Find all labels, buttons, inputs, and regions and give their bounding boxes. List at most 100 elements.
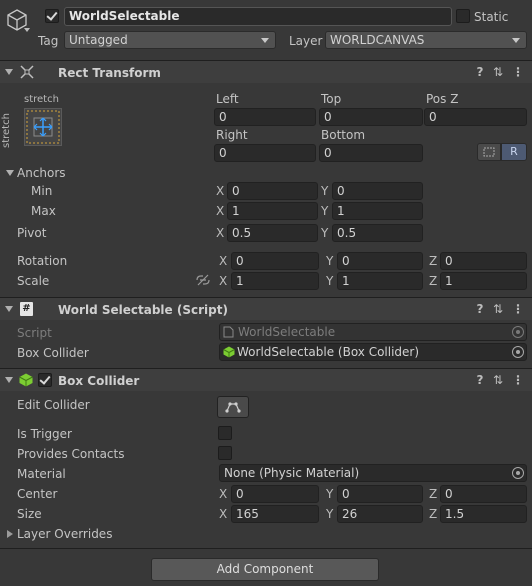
icon-dropdown-arrow-icon[interactable] xyxy=(24,28,30,32)
fold-arrow-icon[interactable] xyxy=(5,377,13,383)
static-checkbox[interactable] xyxy=(456,9,470,23)
size-y-field[interactable]: 26 xyxy=(337,505,423,523)
box-collider-header[interactable]: Box Collider ? ⇅ ⋮ xyxy=(0,369,532,391)
blueprint-mode-button[interactable] xyxy=(477,143,501,161)
material-field[interactable]: None (Physic Material) xyxy=(219,464,527,482)
provides-contacts-label: Provides Contacts xyxy=(17,447,125,461)
axis-z-label: Z xyxy=(429,254,438,268)
axis-y-label: Y xyxy=(326,487,334,501)
axis-x-label: X xyxy=(216,204,225,218)
raw-edit-button[interactable]: R xyxy=(501,143,527,161)
scale-x-field[interactable]: 1 xyxy=(231,272,319,290)
axis-z-label: Z xyxy=(429,274,438,288)
axis-x-label: X xyxy=(219,487,228,501)
box-collider-enabled-checkbox[interactable] xyxy=(38,373,52,387)
min-label: Min xyxy=(31,184,53,198)
max-label: Max xyxy=(31,204,56,218)
top-field[interactable]: 0 xyxy=(319,108,423,126)
is-trigger-label: Is Trigger xyxy=(17,427,72,441)
axis-x-label: X xyxy=(219,507,228,521)
axis-x-label: X xyxy=(219,274,228,288)
anchor-preset-stretch-icon xyxy=(26,110,60,144)
fold-arrow-icon[interactable] xyxy=(5,306,13,312)
axis-y-label: Y xyxy=(321,204,329,218)
bottom-label: Bottom xyxy=(321,128,366,142)
context-menu-icon[interactable]: ⋮ xyxy=(511,373,525,387)
script-file-icon xyxy=(223,326,234,338)
center-z-field[interactable]: 0 xyxy=(440,485,527,503)
layer-label: Layer xyxy=(289,34,323,48)
scale-z-field[interactable]: 1 xyxy=(440,272,527,290)
layer-overrides-label[interactable]: Layer Overrides xyxy=(17,527,112,541)
anchor-max-y-field[interactable]: 1 xyxy=(332,202,423,220)
box-collider-icon xyxy=(19,373,33,387)
axis-x-label: X xyxy=(219,254,228,268)
static-label: Static xyxy=(474,10,509,24)
separator xyxy=(0,548,532,549)
bottom-field[interactable]: 0 xyxy=(319,144,423,162)
active-checkbox[interactable] xyxy=(45,9,59,23)
anchor-min-x-field[interactable]: 0 xyxy=(227,182,318,200)
tag-label: Tag xyxy=(38,34,59,48)
tag-dropdown[interactable]: Untagged xyxy=(64,31,276,49)
help-icon[interactable]: ? xyxy=(473,302,487,316)
rotation-z-field[interactable]: 0 xyxy=(440,252,527,270)
script-label: Script xyxy=(17,326,52,340)
pivot-y-field[interactable]: 0.5 xyxy=(332,224,423,242)
box-collider-title: Box Collider xyxy=(58,374,140,388)
scale-y-field[interactable]: 1 xyxy=(337,272,423,290)
help-icon[interactable]: ? xyxy=(473,65,487,79)
anchor-min-y-field[interactable]: 0 xyxy=(332,182,423,200)
rect-transform-title: Rect Transform xyxy=(58,66,161,80)
axis-z-label: Z xyxy=(429,487,438,501)
edit-collider-button[interactable] xyxy=(217,396,249,418)
preset-stretch-top-label: stretch xyxy=(24,94,59,105)
size-x-field[interactable]: 165 xyxy=(231,505,319,523)
rect-transform-header[interactable]: Rect Transform ? ⇅ ⋮ xyxy=(0,61,532,83)
axis-z-label: Z xyxy=(429,507,438,521)
fold-arrow-icon[interactable] xyxy=(5,69,13,75)
blueprint-icon xyxy=(483,147,495,157)
right-field[interactable]: 0 xyxy=(214,144,316,162)
layer-dropdown[interactable]: WORLDCANVAS xyxy=(325,31,527,49)
presets-icon[interactable]: ⇅ xyxy=(491,65,505,79)
object-picker-icon[interactable] xyxy=(512,346,524,358)
layer-overrides-fold-icon[interactable] xyxy=(7,530,13,538)
material-label: Material xyxy=(17,467,66,481)
size-z-field[interactable]: 1.5 xyxy=(440,505,527,523)
constrain-proportions-icon[interactable] xyxy=(196,274,210,286)
box-collider-ref-label: Box Collider xyxy=(17,346,89,360)
anchors-label: Anchors xyxy=(17,166,66,180)
script-value: WorldSelectable xyxy=(238,325,336,339)
object-name-field[interactable]: WorldSelectable xyxy=(64,7,452,26)
anchor-max-x-field[interactable]: 1 xyxy=(227,202,318,220)
axis-x-label: X xyxy=(216,226,225,240)
anchor-presets-button[interactable] xyxy=(24,108,62,146)
presets-icon[interactable]: ⇅ xyxy=(491,373,505,387)
posz-field[interactable]: 0 xyxy=(424,108,527,126)
center-label: Center xyxy=(17,487,58,501)
pivot-x-field[interactable]: 0.5 xyxy=(227,224,318,242)
is-trigger-checkbox[interactable] xyxy=(218,426,232,440)
left-field[interactable]: 0 xyxy=(214,108,316,126)
anchors-fold-icon[interactable] xyxy=(6,170,14,176)
context-menu-icon[interactable]: ⋮ xyxy=(511,302,525,316)
help-icon[interactable]: ? xyxy=(473,373,487,387)
world-selectable-title: World Selectable (Script) xyxy=(58,303,228,317)
center-x-field[interactable]: 0 xyxy=(231,485,319,503)
right-label: Right xyxy=(216,128,248,142)
left-label: Left xyxy=(216,92,239,106)
box-collider-ref-field[interactable]: WorldSelectable (Box Collider) xyxy=(219,343,527,361)
rotation-x-field[interactable]: 0 xyxy=(231,252,319,270)
center-y-field[interactable]: 0 xyxy=(337,485,423,503)
box-collider-ref-value: WorldSelectable (Box Collider) xyxy=(237,345,420,359)
context-menu-icon[interactable]: ⋮ xyxy=(511,65,525,79)
object-picker-icon[interactable] xyxy=(512,467,524,479)
edit-collider-icon xyxy=(225,402,241,413)
rotation-label: Rotation xyxy=(17,254,68,268)
provides-contacts-checkbox[interactable] xyxy=(218,446,232,460)
add-component-button[interactable]: Add Component xyxy=(151,558,379,581)
rotation-y-field[interactable]: 0 xyxy=(337,252,423,270)
world-selectable-header[interactable]: # World Selectable (Script) ? ⇅ ⋮ xyxy=(0,298,532,320)
presets-icon[interactable]: ⇅ xyxy=(491,302,505,316)
